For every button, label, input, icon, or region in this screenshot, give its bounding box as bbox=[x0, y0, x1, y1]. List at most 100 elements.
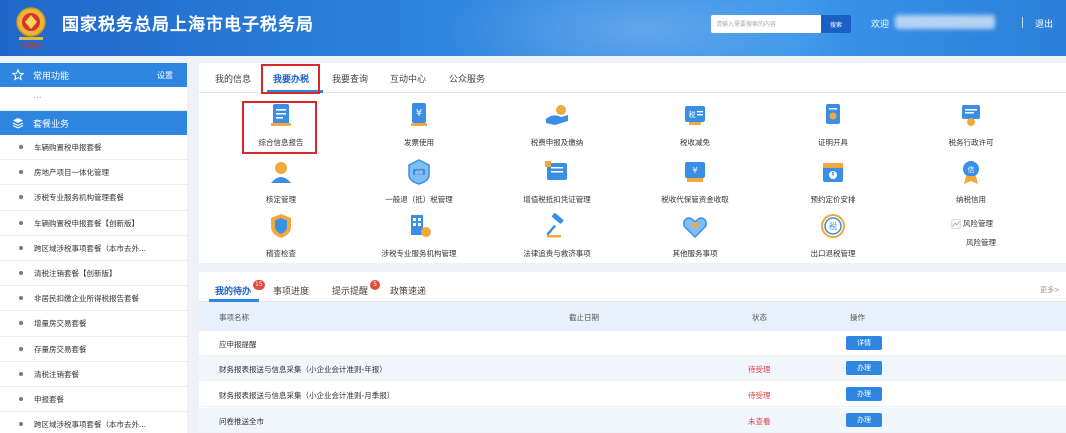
service-tile[interactable]: 核定管理 bbox=[216, 158, 346, 208]
bullet-dot bbox=[19, 145, 23, 149]
handle-button[interactable]: 办理 bbox=[846, 387, 882, 401]
sidebar-package-item[interactable]: 清税注销套餐【创新版】 bbox=[0, 261, 187, 287]
export-refund-icon: 税 bbox=[819, 212, 847, 240]
col-action: 操作 bbox=[850, 313, 865, 322]
sidebar-package-item[interactable]: 车辆购置税申报套餐 bbox=[0, 135, 187, 161]
svg-text:中国税务: 中国税务 bbox=[19, 42, 43, 50]
service-tile[interactable]: 风险管理 风险管理 bbox=[906, 212, 1036, 262]
bullet-dot bbox=[19, 296, 23, 301]
service-tile[interactable]: 法律追责与救济事项 bbox=[492, 212, 622, 262]
sidebar-package-item[interactable]: 房地产项目一体化管理 bbox=[0, 160, 187, 186]
service-tile[interactable]: 稽查检查 bbox=[216, 212, 346, 262]
item-name: 财务报表报送与信息采集（小企业会计准则-年报） bbox=[219, 365, 387, 374]
table-row: 应申报提醒 详情 bbox=[199, 331, 1066, 356]
service-tile[interactable]: 退税一般退（抵）税管理 bbox=[354, 158, 484, 208]
bullet-dot bbox=[19, 346, 23, 351]
service-tile[interactable]: 税税收减免 bbox=[630, 101, 760, 151]
service-tile[interactable]: 其他服务事项 bbox=[630, 212, 760, 262]
service-tile[interactable]: 税出口退税管理 bbox=[768, 212, 898, 262]
tax-payment-icon bbox=[543, 101, 571, 129]
package-business-header[interactable]: 套餐业务 bbox=[0, 111, 187, 135]
sidebar-package-item[interactable]: 车辆购置税申报套餐【创新版】 bbox=[0, 211, 187, 236]
sidebar-package-item[interactable]: 涉税专业服务机构管理套餐 bbox=[0, 185, 187, 211]
site-header: 中国税务 国家税务总局上海市电子税务局 搜索 欢迎 退出 bbox=[0, 0, 1066, 56]
service-label: 出口退税管理 bbox=[810, 249, 856, 258]
table-row: 问卷推送全市 未查看 办理 bbox=[199, 408, 1066, 433]
bullet-dot bbox=[19, 321, 23, 326]
report-icon bbox=[267, 101, 295, 129]
sidebar-package-item[interactable]: 非居民扣缴企业所得税报告套餐 bbox=[0, 286, 187, 312]
service-tile[interactable]: 涉税专业服务机构管理 bbox=[354, 212, 484, 262]
item-name: 应申报提醒 bbox=[219, 340, 257, 349]
todo-count-badge: 15 bbox=[253, 280, 265, 290]
details-button[interactable]: 详情 bbox=[846, 336, 882, 350]
site-title: 国家税务总局上海市电子税务局 bbox=[62, 15, 314, 35]
vat-voucher-icon bbox=[543, 158, 571, 186]
item-status: 待受理 bbox=[748, 365, 771, 374]
service-label: 一般退（抵）税管理 bbox=[385, 195, 453, 204]
sidebar-item-label: 存量房交易套餐 bbox=[34, 344, 87, 354]
item-status: 待受理 bbox=[748, 391, 771, 400]
service-tile[interactable]: 税费申报及缴纳 bbox=[492, 101, 622, 151]
bullet-dot bbox=[19, 245, 23, 250]
tab-interaction[interactable]: 互动中心 bbox=[390, 72, 426, 85]
table-header: 事项名称 截止日期 状态 操作 bbox=[199, 302, 1066, 331]
service-label: 证明开具 bbox=[818, 138, 848, 147]
service-tile[interactable]: 增值税抵扣凭证管理 bbox=[492, 158, 622, 208]
service-tile[interactable]: 税务行政许可 bbox=[906, 101, 1036, 151]
service-tile[interactable]: 预约定价安排 bbox=[768, 158, 898, 208]
bullet-dot bbox=[19, 195, 23, 200]
bullet-dot bbox=[19, 396, 23, 401]
sidebar-package-item[interactable]: 申报套餐 bbox=[0, 387, 187, 413]
service-label: 涉税专业服务机构管理 bbox=[381, 249, 457, 258]
sidebar-item-label: 非居民扣缴企业所得税报告套餐 bbox=[34, 294, 139, 304]
handle-button[interactable]: 办理 bbox=[846, 413, 882, 427]
sidebar-package-item[interactable]: 存量房交易套餐 bbox=[0, 337, 187, 362]
sidebar-item-label: 跨区域涉税事项套餐（本市去外... bbox=[34, 420, 147, 430]
tab-progress[interactable]: 事项进度 bbox=[273, 284, 309, 297]
layers-icon bbox=[12, 118, 24, 129]
tab-query[interactable]: 我要查询 bbox=[332, 72, 368, 85]
tab-my-todo[interactable]: 我的待办 bbox=[215, 284, 251, 297]
tab-policy[interactable]: 政策速递 bbox=[390, 284, 426, 297]
service-tile[interactable]: 信纳税信用 bbox=[906, 158, 1036, 208]
svg-text:税: 税 bbox=[829, 221, 837, 231]
bullet-dot bbox=[19, 270, 23, 275]
service-label: 稽查检查 bbox=[266, 249, 296, 258]
handle-button[interactable]: 办理 bbox=[846, 361, 882, 375]
highlight-box-tab bbox=[261, 64, 320, 94]
service-label: 税务行政许可 bbox=[948, 138, 994, 147]
sidebar-package-item[interactable]: 清税注销套餐 bbox=[0, 362, 187, 387]
service-tile[interactable]: ¥ 税收代保管资金收取 bbox=[630, 158, 760, 208]
sidebar-package-item[interactable]: 增量房交易套餐 bbox=[0, 311, 187, 337]
service-label: 税收减免 bbox=[680, 138, 710, 147]
settings-link[interactable]: 设置 bbox=[157, 70, 173, 81]
search-button[interactable]: 搜索 bbox=[821, 15, 851, 33]
tab-public-service[interactable]: 公众服务 bbox=[449, 72, 485, 85]
top-tabs: 我的信息 我要办税 我要查询 互动中心 公众服务 bbox=[199, 63, 1066, 93]
sidebar-package-item[interactable]: 跨区域涉税事项套餐（本市去外... bbox=[0, 236, 187, 261]
bullet-dot bbox=[19, 422, 23, 427]
more-link[interactable]: 更多> bbox=[1040, 285, 1060, 295]
logout-link[interactable]: 退出 bbox=[1035, 17, 1053, 30]
service-label: 纳税信用 bbox=[956, 195, 986, 204]
star-icon bbox=[12, 69, 24, 81]
table-row: 财务报表报送与信息采集（小企业会计准则-年报） 待受理 办理 bbox=[199, 356, 1066, 381]
tax-reduction-icon: 税 bbox=[681, 101, 709, 129]
service-label: 法律追责与救济事项 bbox=[523, 249, 591, 258]
svg-text:退税: 退税 bbox=[415, 169, 423, 175]
inspection-icon bbox=[267, 212, 295, 240]
service-tile[interactable]: 证明开具 bbox=[768, 101, 898, 151]
bottom-tabs: 我的待办 15 事项进度 提示提醒 5 政策速递 更多> bbox=[199, 272, 1066, 302]
tab-my-info[interactable]: 我的信息 bbox=[215, 72, 251, 85]
verification-icon bbox=[267, 158, 295, 186]
sidebar-item-label: 涉税专业服务机构管理套餐 bbox=[34, 193, 124, 203]
sidebar-item-label: 清税注销套餐 bbox=[34, 369, 79, 379]
search-input[interactable] bbox=[711, 15, 821, 33]
sidebar-item-label: 车辆购置税申报套餐 bbox=[34, 143, 102, 152]
service-label: 税收代保管资金收取 bbox=[661, 195, 729, 204]
service-tile[interactable]: ¥ 发票使用 bbox=[354, 101, 484, 151]
service-tile[interactable]: 综合信息报告 bbox=[216, 101, 346, 151]
tab-reminders[interactable]: 提示提醒 bbox=[332, 284, 368, 297]
sidebar-package-item[interactable]: 跨区域涉税事项套餐（本市去外... bbox=[0, 412, 187, 433]
